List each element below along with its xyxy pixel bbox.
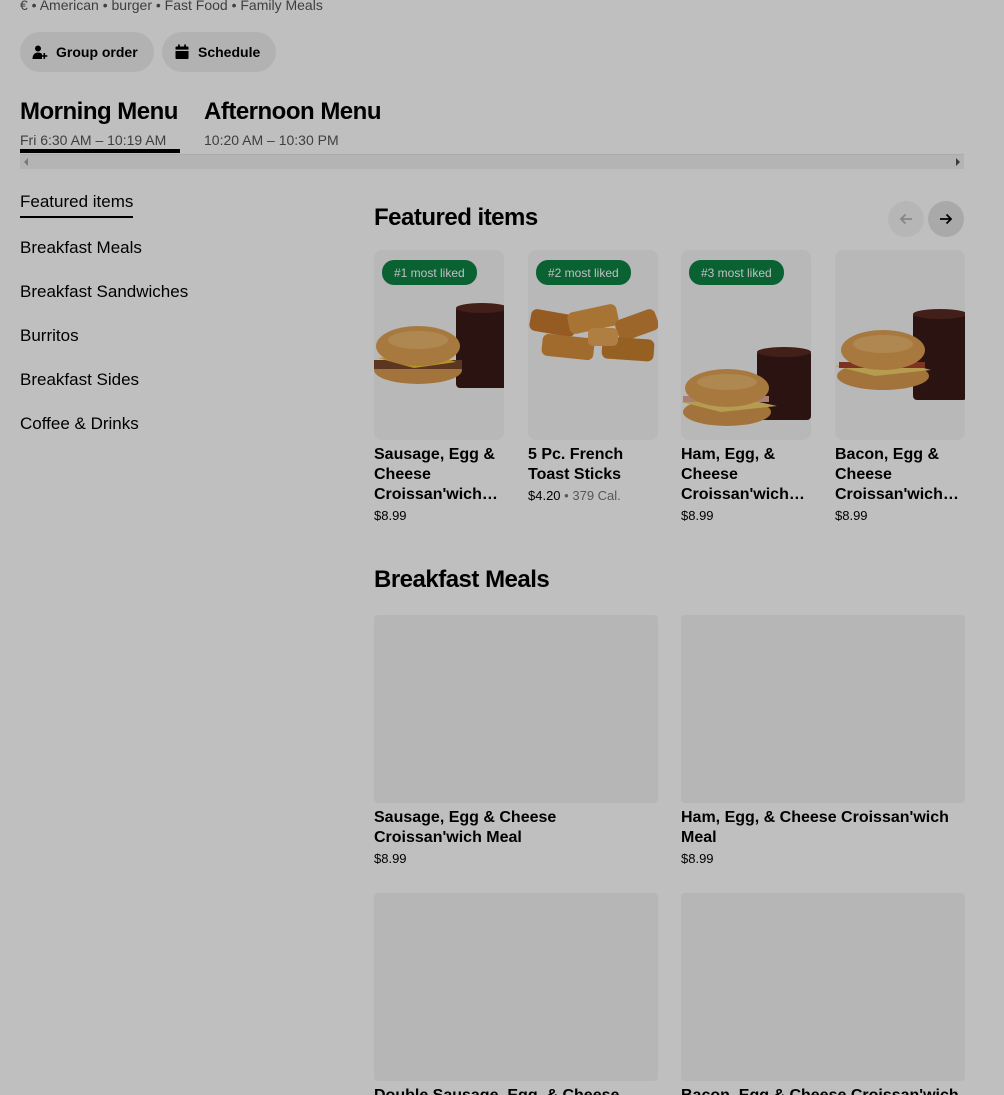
afternoon-menu-title: Afternoon Menu (204, 98, 381, 125)
carousel-previous-button[interactable] (888, 201, 924, 237)
item-price: $8.99 (374, 508, 407, 523)
most-liked-badge: #2 most liked (536, 260, 631, 285)
item-name: Bacon, Egg & Cheese Croissan'wich (681, 1086, 965, 1095)
group-order-label: Group order (56, 44, 138, 60)
breakfast-meals-heading: Breakfast Meals (374, 566, 550, 593)
arrow-right-icon (938, 211, 954, 227)
group-order-button[interactable]: Group order (20, 32, 154, 72)
menu-item-card[interactable]: Sausage, Egg & Cheese Croissan'wich Meal… (374, 615, 658, 866)
scroll-right-arrow-icon[interactable] (956, 158, 960, 166)
item-price: $8.99 (681, 851, 714, 866)
item-price: $8.99 (374, 851, 407, 866)
food-image-placeholder (681, 615, 965, 803)
food-image (835, 250, 965, 440)
selected-tab-indicator (20, 149, 180, 153)
tab-afternoon-menu[interactable]: Afternoon Menu 10:20 AM – 10:30 PM (204, 98, 381, 148)
category-breakfast-meals[interactable]: Breakfast Meals (20, 238, 142, 258)
item-name: Sausage, Egg & Cheese Croissan'wich Meal (374, 446, 495, 503)
most-liked-badge: #3 most liked (689, 260, 784, 285)
item-name: 5 Pc. French Toast Sticks (528, 446, 624, 483)
featured-item-card[interactable]: #3 most liked Ham, Egg, & Cheese Croissa… (681, 250, 811, 523)
morning-menu-title: Morning Menu (20, 98, 178, 125)
food-image-placeholder (681, 893, 965, 1081)
morning-menu-hours: Fri 6:30 AM – 10:19 AM (20, 132, 167, 148)
menu-item-card[interactable]: Bacon, Egg & Cheese Croissan'wich (681, 893, 965, 1095)
store-page: € • American • burger • Fast Food • Fami… (0, 0, 1004, 1095)
featured-items-heading: Featured items (374, 204, 538, 231)
food-image: #1 most liked (374, 250, 504, 440)
category-burritos[interactable]: Burritos (20, 326, 79, 346)
croissant-sandwich-with-coffee-image (835, 309, 965, 400)
calendar-icon (174, 44, 190, 60)
most-liked-badge: #1 most liked (382, 260, 477, 285)
menu-item-card[interactable]: Ham, Egg, & Cheese Croissan'wich Meal $8… (681, 615, 965, 866)
horizontal-scrollbar[interactable] (20, 154, 964, 169)
item-calories: 379 Cal. (572, 488, 621, 503)
carousel-next-button[interactable] (928, 201, 964, 237)
category-breakfast-sides[interactable]: Breakfast Sides (20, 370, 139, 390)
item-name: Ham, Egg, & Cheese Croissan'wich Meal (681, 809, 949, 846)
separator: • (564, 488, 569, 503)
afternoon-menu-hours: 10:20 AM – 10:30 PM (204, 132, 339, 148)
item-name: Sausage, Egg & Cheese Croissan'wich Meal (374, 809, 557, 846)
item-price: $4.20 (528, 488, 561, 503)
add-person-icon (32, 44, 48, 60)
food-image-placeholder (374, 893, 658, 1081)
item-name: Bacon, Egg & Cheese Croissan'wich Meal (835, 446, 943, 503)
category-coffee-drinks[interactable]: Coffee & Drinks (20, 414, 139, 434)
item-name: Ham, Egg, & Cheese Croissan'wich Meal (681, 446, 789, 503)
scroll-left-arrow-icon[interactable] (24, 158, 28, 166)
food-image: #2 most liked (528, 250, 658, 440)
menu-item-card[interactable]: Double Sausage, Egg, & Cheese (374, 893, 658, 1095)
food-image: #3 most liked (681, 250, 811, 440)
category-featured-items[interactable]: Featured items (20, 192, 134, 218)
featured-item-card[interactable]: Bacon, Egg & Cheese Croissan'wich Meal $… (835, 250, 965, 523)
arrow-left-icon (898, 211, 914, 227)
featured-item-card[interactable]: #2 most liked 5 Pc. French Toast Sticks … (528, 250, 658, 503)
featured-item-card[interactable]: #1 most liked Sausage, Egg & Cheese Croi… (374, 250, 504, 523)
category-breakfast-sandwiches[interactable]: Breakfast Sandwiches (20, 282, 188, 302)
item-name: Double Sausage, Egg, & Cheese (374, 1086, 658, 1095)
item-price-calories: $4.20 • 379 Cal. (528, 488, 658, 503)
schedule-button[interactable]: Schedule (162, 32, 277, 72)
food-image-placeholder (374, 615, 658, 803)
item-price: $8.99 (835, 508, 868, 523)
item-price: $8.99 (681, 508, 714, 523)
cuisine-tags: € • American • burger • Fast Food • Fami… (20, 0, 323, 13)
tab-morning-menu[interactable]: Morning Menu Fri 6:30 AM – 10:19 AM (20, 98, 178, 148)
schedule-label: Schedule (198, 44, 261, 60)
